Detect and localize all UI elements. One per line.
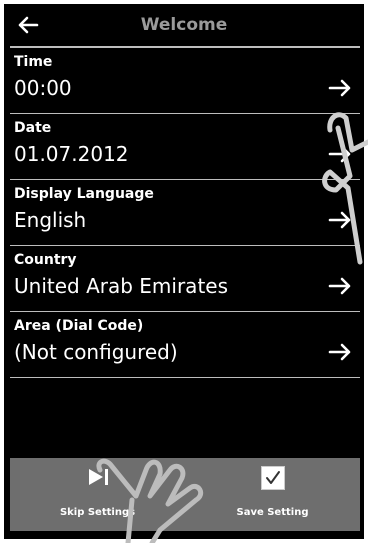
- phone-screen: Welcome Time 00:00 Date 01.07.2012 Displ…: [4, 4, 364, 539]
- setting-label: Time: [14, 54, 53, 70]
- setting-row-area-code[interactable]: Area (Dial Code) (Not configured): [4, 312, 364, 378]
- arrow-right-icon[interactable]: [328, 342, 352, 362]
- row-divider: [10, 377, 360, 378]
- back-button[interactable]: [4, 4, 52, 46]
- setting-row-country[interactable]: Country United Arab Emirates: [4, 246, 364, 312]
- arrow-right-icon[interactable]: [328, 276, 352, 296]
- arrow-right-icon[interactable]: [328, 78, 352, 98]
- setting-label: Area (Dial Code): [14, 318, 144, 334]
- setting-row-display-language[interactable]: Display Language English: [4, 180, 364, 246]
- setting-label: Country: [14, 252, 77, 268]
- page-title: Welcome: [140, 15, 228, 35]
- arrow-right-icon[interactable]: [328, 210, 352, 230]
- setting-row-date[interactable]: Date 01.07.2012: [4, 114, 364, 180]
- save-setting-button[interactable]: Save Setting: [185, 458, 360, 531]
- skip-settings-button[interactable]: Skip Settings: [10, 458, 185, 531]
- setting-value: United Arab Emirates: [14, 274, 229, 298]
- setting-value: (Not configured): [14, 340, 178, 364]
- header-bar: Welcome: [4, 4, 364, 46]
- skip-settings-label: Skip Settings: [59, 507, 136, 518]
- setting-label: Date: [14, 120, 52, 136]
- checkbox-checked-icon: [260, 466, 285, 490]
- skip-icon: [10, 466, 185, 492]
- arrow-left-icon: [18, 16, 39, 34]
- arrow-right-icon[interactable]: [328, 144, 352, 164]
- setting-value: 00:00: [14, 76, 72, 100]
- setting-row-time[interactable]: Time 00:00: [4, 48, 364, 114]
- setting-label: Display Language: [14, 186, 154, 202]
- save-setting-label: Save Setting: [236, 507, 309, 518]
- setting-value: 01.07.2012: [14, 142, 129, 166]
- setting-value: English: [14, 208, 87, 232]
- softkey-bar: Skip Settings Save Setting: [10, 458, 360, 531]
